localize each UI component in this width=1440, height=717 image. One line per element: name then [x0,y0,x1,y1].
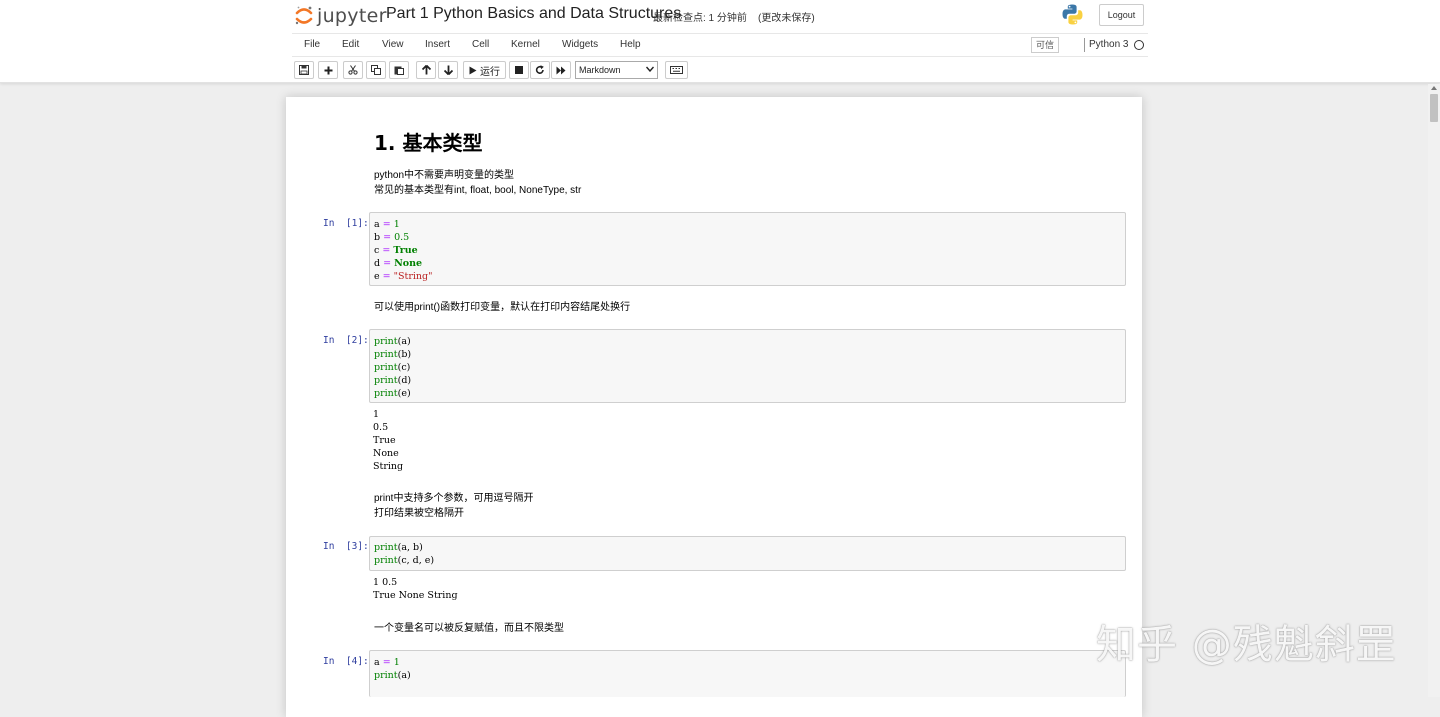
insert-cell-button[interactable] [318,61,338,79]
code-cell-4[interactable]: a = 1 print(a) [369,650,1126,697]
menu-file[interactable]: File [304,39,320,50]
arrow-up-icon [421,65,431,75]
trusted-badge[interactable]: 可信 [1031,37,1059,53]
command-palette-button[interactable] [665,61,688,79]
checkpoint-status: 最新检查点: 1 分钟前 [653,13,747,24]
run-button[interactable]: 运行 [463,61,506,79]
code-cell-2[interactable]: print(a) print(b) print(c) print(d) prin… [369,329,1126,403]
menu-view[interactable]: View [382,39,404,50]
cell-type-value: Markdown [579,65,621,75]
notebook-header: jupyter Part 1 Python Basics and Data St… [0,0,1440,83]
code-line: c = True [374,245,418,256]
output-line: True None String [373,590,458,601]
jupyter-logo-icon [294,5,314,27]
code-line: d = None [374,258,423,269]
markdown-text: print中支持多个参数，可用逗号隔开 [374,493,534,504]
scissors-icon [348,65,358,75]
watermark: 知乎 @残魁斜罡 [1096,622,1397,668]
code-line: print(c) [374,362,411,373]
code-line: print(c, d, e) [374,555,435,566]
logout-button[interactable]: Logout [1099,4,1144,26]
code-line: print(b) [374,349,412,360]
output-line: True [373,435,396,446]
output-line: 1 0.5 [373,577,398,588]
code-line: print(a, b) [374,542,423,553]
kernel-name: Python 3 [1084,38,1128,52]
save-icon [299,65,309,75]
restart-run-all-button[interactable] [551,61,571,79]
intro-text-line-2: 常见的基本类型有int, float, bool, NoneType, str [374,185,582,196]
code-line: a = 1 [374,657,400,668]
markdown-text: 一个变量名可以被反复赋值，而且不限类型 [374,623,564,634]
notebook-title[interactable]: Part 1 Python Basics and Data Structures [386,5,681,23]
code-cell-1[interactable]: a = 1 b = 0.5 c = True d = None e = "Str… [369,212,1126,286]
code-cell-3[interactable]: print(a, b) print(c, d, e) [369,536,1126,571]
cut-button[interactable] [343,61,363,79]
markdown-text: 打印结果被空格隔开 [374,508,464,519]
jupyter-logo[interactable]: jupyter [294,3,387,29]
output-line: 0.5 [373,422,389,433]
menu-cell[interactable]: Cell [472,39,489,50]
code-line: print(a) [374,670,411,681]
intro-text-line-1: python中不需要声明变量的类型 [374,170,515,181]
cell-type-select[interactable]: Markdown [575,61,658,79]
code-line: print(a) [374,336,411,347]
restart-icon [535,65,544,74]
code-line: b = 0.5 [374,232,410,243]
paste-icon [394,66,404,75]
menu-help[interactable]: Help [620,39,641,50]
autosave-status: (更改未保存) [758,13,815,24]
scrollbar-track[interactable] [1428,84,1440,697]
python-logo-icon [1061,3,1084,26]
section-heading: 1. 基本类型 [374,131,483,155]
keyboard-icon [670,66,683,74]
move-up-button[interactable] [416,61,436,79]
save-button[interactable] [294,61,314,79]
jupyter-wordmark: jupyter [317,5,387,27]
toolbar: 运行 Markdown [292,59,712,81]
kernel-idle-indicator-icon [1134,40,1144,50]
markdown-text: 可以使用print()函数打印变量，默认在打印内容结尾处换行 [374,302,631,313]
paste-button[interactable] [389,61,409,79]
interrupt-button[interactable] [509,61,529,79]
restart-button[interactable] [530,61,550,79]
fast-forward-icon [556,66,566,74]
menubar: File Edit View Insert Cell Kernel Widget… [292,33,1148,57]
input-prompt: In [4]: [323,656,369,667]
code-line: print(e) [374,388,411,399]
input-prompt: In [3]: [323,541,369,552]
chevron-down-icon [646,66,654,72]
plus-icon [324,66,332,74]
menu-edit[interactable]: Edit [342,39,359,50]
input-prompt: In [2]: [323,335,369,346]
input-prompt: In [1]: [323,218,369,229]
output-line: String [373,461,404,472]
menu-insert[interactable]: Insert [425,39,450,50]
output-line: 1 [373,409,380,420]
stop-icon [515,66,523,74]
arrow-down-icon [443,65,453,75]
play-icon [469,66,477,74]
scroll-up-arrow-icon[interactable] [1431,86,1437,90]
code-line: print(d) [374,375,412,386]
move-down-button[interactable] [438,61,458,79]
code-line: a = 1 [374,219,400,230]
scrollbar-thumb[interactable] [1430,94,1438,122]
code-line: e = "String" [374,271,433,282]
copy-button[interactable] [366,61,386,79]
output-line: None [373,448,399,459]
run-label: 运行 [480,66,500,78]
menu-widgets[interactable]: Widgets [562,39,598,50]
menu-kernel[interactable]: Kernel [511,39,540,50]
copy-icon [371,65,381,75]
